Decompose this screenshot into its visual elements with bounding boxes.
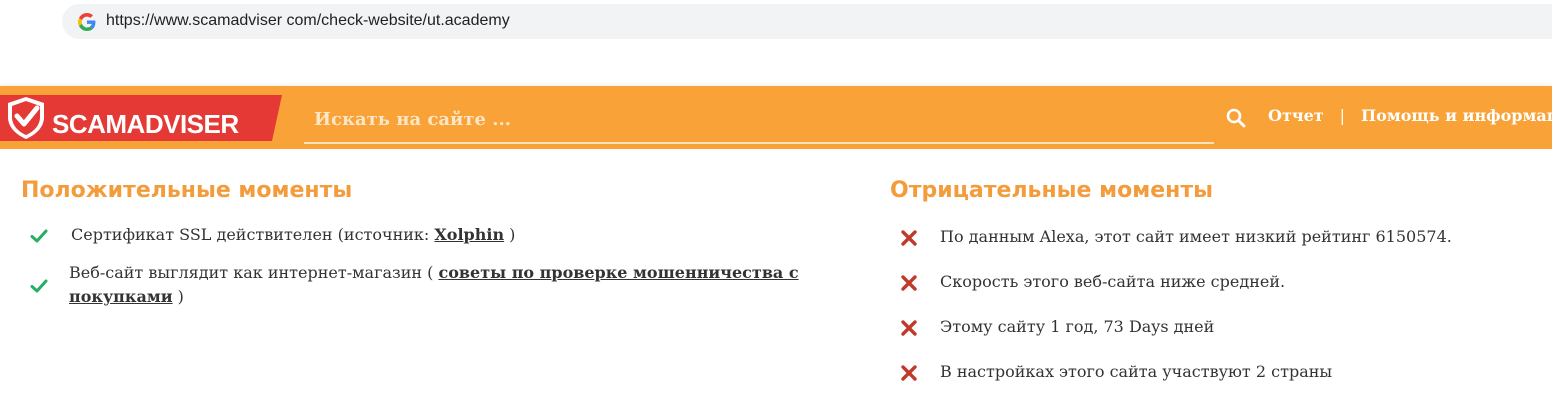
ssl-source-link[interactable]: Xolphin xyxy=(434,225,504,244)
positive-text-end: ) xyxy=(172,287,184,306)
site-header: SCAMADVISER Отчет | Помощь и информац xyxy=(0,86,1552,149)
negative-text: Этому сайту 1 год, 73 Days дней xyxy=(940,317,1215,336)
positive-text-end: ) xyxy=(504,225,516,244)
search-box xyxy=(304,100,1214,144)
negative-item: Скорость этого веб-сайта ниже средней. xyxy=(890,270,1550,294)
cross-icon xyxy=(901,320,917,336)
negative-item: Этому сайту 1 год, 73 Days дней xyxy=(890,315,1550,339)
check-icon xyxy=(30,279,48,293)
header-nav: Отчет | Помощь и информац xyxy=(1268,106,1552,125)
positives-section: Положительные моменты Сертификат SSL дей… xyxy=(21,178,861,309)
positive-item: Веб-сайт выглядит как интернет-магазин (… xyxy=(21,261,829,309)
scamadviser-logo[interactable]: SCAMADVISER xyxy=(0,95,282,141)
logo-text: SCAMADVISER xyxy=(52,109,239,139)
cross-icon xyxy=(901,230,917,246)
nav-help-link[interactable]: Помощь и информац xyxy=(1361,106,1552,125)
url-text: https://www.scamadviser com/check-websit… xyxy=(106,12,510,29)
negative-item: В настройках этого сайта участвуют 2 стр… xyxy=(890,360,1550,384)
nav-report-link[interactable]: Отчет xyxy=(1268,106,1324,125)
cross-icon xyxy=(901,275,917,291)
search-icon[interactable] xyxy=(1226,108,1246,128)
positive-text: Сертификат SSL действителен (источник: xyxy=(71,225,435,244)
nav-separator: | xyxy=(1339,106,1346,125)
positives-title: Положительные моменты xyxy=(21,178,353,203)
negatives-section: Отрицательные моменты По данным Alexa, э… xyxy=(890,178,1550,384)
positive-item: Сертификат SSL действителен (источник: X… xyxy=(21,223,861,247)
negative-text: В настройках этого сайта участвуют 2 стр… xyxy=(940,362,1333,381)
negative-item: По данным Alexa, этот сайт имеет низкий … xyxy=(890,225,1550,249)
negative-text: По данным Alexa, этот сайт имеет низкий … xyxy=(940,227,1452,246)
address-bar[interactable]: https://www.scamadviser com/check-websit… xyxy=(62,4,1552,39)
google-icon xyxy=(78,13,96,31)
cross-icon xyxy=(901,365,917,381)
search-input[interactable] xyxy=(304,100,1214,138)
negative-text: Скорость этого веб-сайта ниже средней. xyxy=(940,272,1286,291)
negatives-title: Отрицательные моменты xyxy=(890,178,1213,203)
check-icon xyxy=(30,229,48,243)
positive-text: Веб-сайт выглядит как интернет-магазин ( xyxy=(69,263,439,282)
